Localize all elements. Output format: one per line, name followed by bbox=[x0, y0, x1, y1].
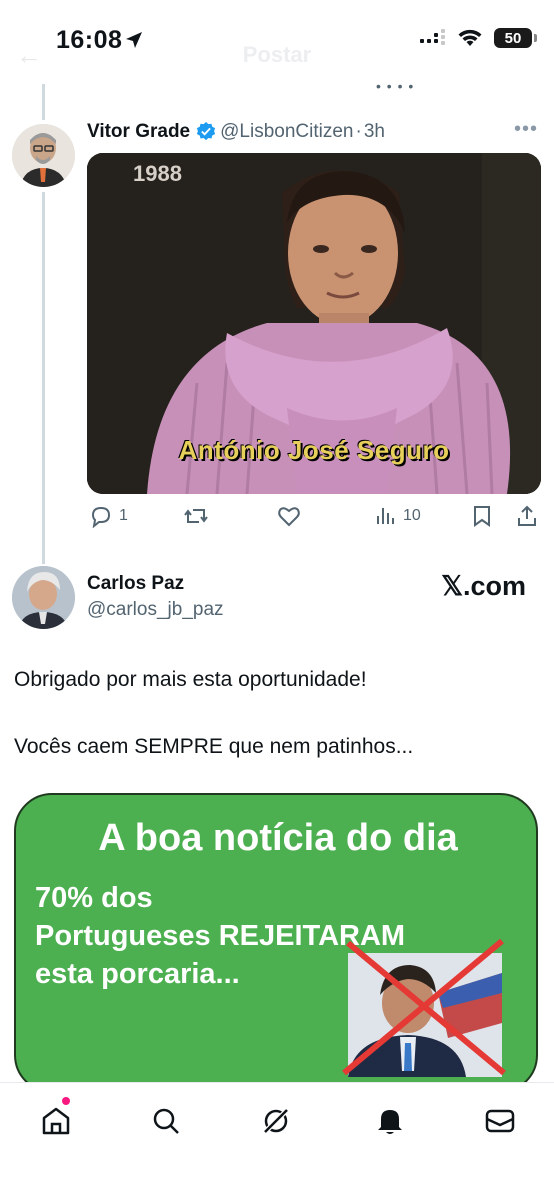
post-header: Carlos Paz @carlos_jb_paz bbox=[87, 573, 224, 621]
faded-header: ← Postar bbox=[0, 36, 554, 76]
post-text-line: Vocês caem SEMPRE que nem patinhos... bbox=[14, 735, 414, 758]
repost-button[interactable] bbox=[183, 504, 209, 528]
card-title: A boa notícia do dia bbox=[98, 817, 458, 859]
share-button[interactable] bbox=[515, 504, 539, 528]
avatar[interactable] bbox=[12, 124, 75, 187]
video-year-label: 1988 bbox=[133, 161, 182, 186]
grok-icon bbox=[262, 1107, 290, 1135]
avatar[interactable] bbox=[12, 566, 75, 629]
tweet-time: 3h bbox=[363, 121, 385, 142]
tweet-action-bar: 1 10 bbox=[87, 504, 541, 534]
truncated-content-dots: • • • • bbox=[376, 78, 415, 94]
x-watermark: 𝕏.com bbox=[441, 571, 526, 601]
tab-home[interactable] bbox=[38, 1103, 74, 1139]
bottom-tab-bar bbox=[0, 1082, 554, 1201]
tab-messages[interactable] bbox=[482, 1103, 518, 1139]
reply-icon bbox=[91, 506, 111, 528]
quoted-tweet-header: Vitor Grade @LisbonCitizen · 3h bbox=[87, 121, 385, 143]
tab-grok[interactable] bbox=[258, 1103, 294, 1139]
more-options-icon[interactable]: ••• bbox=[514, 118, 538, 141]
share-icon bbox=[518, 505, 536, 526]
repost-icon bbox=[184, 509, 208, 523]
author-handle[interactable]: @LisbonCitizen bbox=[220, 121, 353, 143]
verified-badge-icon bbox=[196, 122, 216, 142]
views-count: 10 bbox=[403, 507, 421, 524]
post-image-card[interactable]: A boa notícia do dia 70% dos Portugueses… bbox=[14, 793, 538, 1093]
search-icon bbox=[153, 1108, 179, 1134]
notification-dot bbox=[62, 1097, 70, 1105]
bookmark-button[interactable] bbox=[471, 504, 493, 528]
card-text-line: 70% dos bbox=[35, 882, 153, 914]
red-cross-icon bbox=[342, 938, 506, 1076]
separator: · bbox=[355, 121, 362, 142]
author-handle[interactable]: @carlos_jb_paz bbox=[87, 599, 224, 621]
author-name[interactable]: Carlos Paz bbox=[87, 573, 224, 595]
author-name[interactable]: Vitor Grade bbox=[87, 121, 190, 143]
like-button[interactable] bbox=[277, 504, 301, 528]
home-icon bbox=[42, 1107, 70, 1135]
views-icon bbox=[377, 508, 394, 524]
video-caption: António José Seguro bbox=[178, 435, 450, 465]
notifications-icon bbox=[378, 1110, 402, 1134]
thread-connector bbox=[42, 192, 45, 564]
bookmark-icon bbox=[474, 506, 490, 527]
reply-count: 1 bbox=[119, 507, 128, 524]
post-text-line: Obrigado por mais esta oportunidade! bbox=[14, 668, 367, 691]
tab-search[interactable] bbox=[148, 1103, 184, 1139]
views-button[interactable]: 10 bbox=[375, 504, 421, 528]
page-title: Postar bbox=[242, 42, 312, 67]
tab-notifications[interactable] bbox=[372, 1103, 408, 1139]
tweet-video[interactable]: 1988 António José Seguro bbox=[87, 153, 541, 494]
reply-button[interactable]: 1 bbox=[89, 504, 128, 528]
messages-icon bbox=[485, 1109, 515, 1133]
heart-icon bbox=[278, 507, 300, 527]
thread-connector bbox=[42, 84, 45, 120]
